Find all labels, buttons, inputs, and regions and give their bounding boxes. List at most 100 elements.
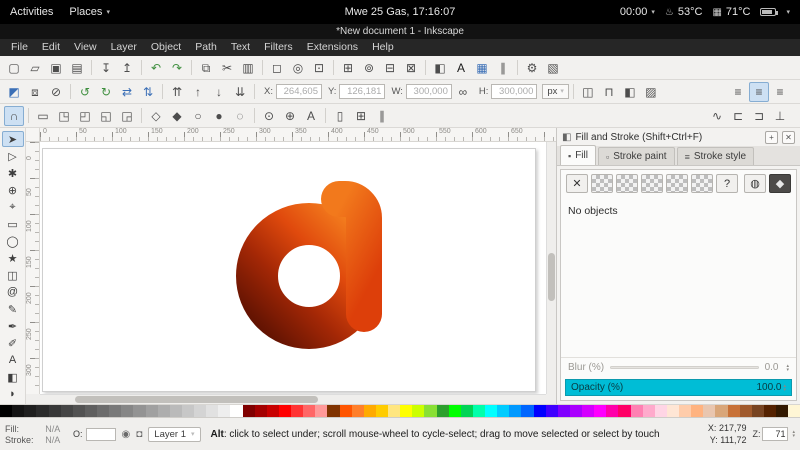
palette-swatch[interactable] (84, 405, 97, 417)
cut-button[interactable]: ✂ (217, 58, 237, 78)
tab-fill[interactable]: ▪ Fill (560, 145, 596, 165)
rotate-ccw-button[interactable]: ↺ (75, 82, 95, 102)
zoom-page-button[interactable]: ◻ (267, 58, 287, 78)
palette-swatch[interactable] (497, 405, 510, 417)
palette-swatch[interactable] (727, 405, 740, 417)
deselect-button[interactable]: ⊘ (46, 82, 66, 102)
w-input[interactable]: 300,000 (405, 84, 452, 99)
vertical-scrollbar-thumb[interactable] (548, 252, 555, 301)
select-all-button[interactable]: ◩ (4, 82, 24, 102)
snap-guides-button[interactable]: ∥ (372, 106, 392, 126)
redo-button[interactable]: ↷ (167, 58, 187, 78)
y-input[interactable]: 126,181 (339, 84, 386, 99)
palette-swatch[interactable] (412, 405, 425, 417)
opacity-spinner[interactable]: ▴ ▾ (783, 383, 786, 392)
menu-layer[interactable]: Layer (104, 39, 144, 56)
palette-swatch[interactable] (666, 405, 679, 417)
duplicate-button[interactable]: ⊞ (338, 58, 358, 78)
menu-help[interactable]: Help (365, 39, 401, 56)
select-all-layers-button[interactable]: ⧈ (25, 82, 45, 102)
palette-swatch[interactable] (533, 405, 546, 417)
snap-nodes-button[interactable]: ◇ (146, 106, 166, 126)
tool-tweak-button[interactable]: ✱ (2, 165, 24, 181)
menu-text[interactable]: Text (224, 39, 257, 56)
snap-enable-button[interactable]: ∩ (4, 105, 24, 126)
tool-text-button[interactable]: A (2, 352, 24, 368)
snap-bbox-midpoints-button[interactable]: ◱ (96, 106, 116, 126)
units-dropdown[interactable]: px ▾ (542, 84, 569, 99)
palette-swatch[interactable] (303, 405, 316, 417)
palette-swatch[interactable] (388, 405, 401, 417)
snap-alignment-toggle-button[interactable]: ⊏ (728, 106, 748, 126)
snap-bbox-centers-button[interactable]: ◲ (117, 106, 137, 126)
snap-grid-button[interactable]: ⊞ (351, 106, 371, 126)
snap-paths-toggle-button[interactable]: ∿ (707, 106, 727, 126)
palette-swatch[interactable] (327, 405, 340, 417)
palette-swatch[interactable] (545, 405, 558, 417)
tool-3dbox-button[interactable]: ◫ (2, 267, 24, 283)
undo-button[interactable]: ↶ (146, 58, 166, 78)
h-input[interactable]: 300,000 (491, 84, 538, 99)
palette-swatch[interactable] (630, 405, 643, 417)
snap-smooth-nodes-button[interactable]: ● (209, 106, 229, 126)
snap-intersections-button[interactable]: ◆ (167, 106, 187, 126)
lock-ratio-toggle[interactable]: ∞ (453, 82, 473, 102)
horizontal-ruler[interactable]: 0 50 100 150 200 250 300 350 400 450 500 550 600 650 (40, 128, 556, 142)
palette-swatch[interactable] (254, 405, 267, 417)
paint-mesh-button[interactable]: ◍ (744, 174, 766, 193)
palette-swatch[interactable] (24, 405, 37, 417)
palette-swatch[interactable] (230, 405, 243, 417)
blur-spinner[interactable]: ▴ ▾ (786, 363, 789, 372)
vertical-ruler[interactable]: 0 50 100 150 200 250 300 (26, 142, 40, 394)
palette-swatch[interactable] (582, 405, 595, 417)
snap-rotation-centers-button[interactable]: ⊕ (280, 106, 300, 126)
copy-button[interactable]: ⧉ (196, 58, 216, 78)
snap-object-centers-button[interactable]: ⊙ (259, 106, 279, 126)
snap-text-baseline-button[interactable]: A (301, 106, 321, 126)
palette-swatch[interactable] (36, 405, 49, 417)
fill-stroke-dialog-button[interactable]: ◧ (430, 58, 450, 78)
tab-stroke-paint[interactable]: ▫ Stroke paint (597, 147, 675, 165)
palette-swatch[interactable] (97, 405, 110, 417)
palette-swatch[interactable] (109, 405, 122, 417)
paint-pattern-button[interactable] (666, 174, 688, 193)
palette-swatch[interactable] (351, 405, 364, 417)
vertical-scrollbar[interactable] (546, 142, 556, 394)
palette-swatch[interactable] (266, 405, 279, 417)
dock-close-button[interactable]: ✕ (782, 130, 795, 144)
timer-indicator[interactable]: 00:00 ▾ (620, 6, 655, 18)
paint-radial-gradient-button[interactable] (641, 174, 663, 193)
tab-stroke-style[interactable]: ≡ Stroke style (676, 147, 755, 165)
palette-swatch[interactable] (375, 405, 388, 417)
ungroup-button[interactable]: ⊠ (401, 58, 421, 78)
fill-stroke-indicator[interactable]: Fill: N/A Stroke: N/A (5, 424, 67, 445)
paint-swatch-button[interactable] (691, 174, 713, 193)
palette-swatch[interactable] (703, 405, 716, 417)
activities-button[interactable]: Activities (10, 6, 53, 18)
palette-swatch[interactable] (60, 405, 73, 417)
menu-path[interactable]: Path (188, 39, 224, 56)
tool-node-button[interactable]: ▷ (2, 148, 24, 164)
snap-cusp-nodes-button[interactable]: ○ (188, 106, 208, 126)
blur-value[interactable]: 0.0 (765, 362, 779, 373)
canvas[interactable] (40, 142, 546, 394)
palette-swatch[interactable] (679, 405, 692, 417)
text-dialog-button[interactable]: A (451, 58, 471, 78)
snap-bbox-button[interactable]: ▭ (33, 106, 53, 126)
palette-swatch[interactable] (788, 405, 800, 417)
export-button[interactable]: ↥ (117, 58, 137, 78)
palette-swatch[interactable] (594, 405, 607, 417)
menu-edit[interactable]: Edit (35, 39, 67, 56)
palette-swatch[interactable] (569, 405, 582, 417)
tool-spiral-button[interactable]: @ (2, 284, 24, 300)
palette-swatch[interactable] (460, 405, 473, 417)
snap-bbox-edges-button[interactable]: ◳ (54, 106, 74, 126)
palette-swatch[interactable] (472, 405, 485, 417)
paint-none-button[interactable]: ✕ (566, 174, 588, 193)
places-menu[interactable]: Places ▾ (69, 6, 110, 18)
palette-swatch[interactable] (448, 405, 461, 417)
logo-drawing[interactable] (234, 162, 386, 350)
palette-swatch[interactable] (436, 405, 449, 417)
opacity-value[interactable]: 100.0 (756, 382, 781, 393)
blur-slider[interactable] (610, 366, 759, 369)
